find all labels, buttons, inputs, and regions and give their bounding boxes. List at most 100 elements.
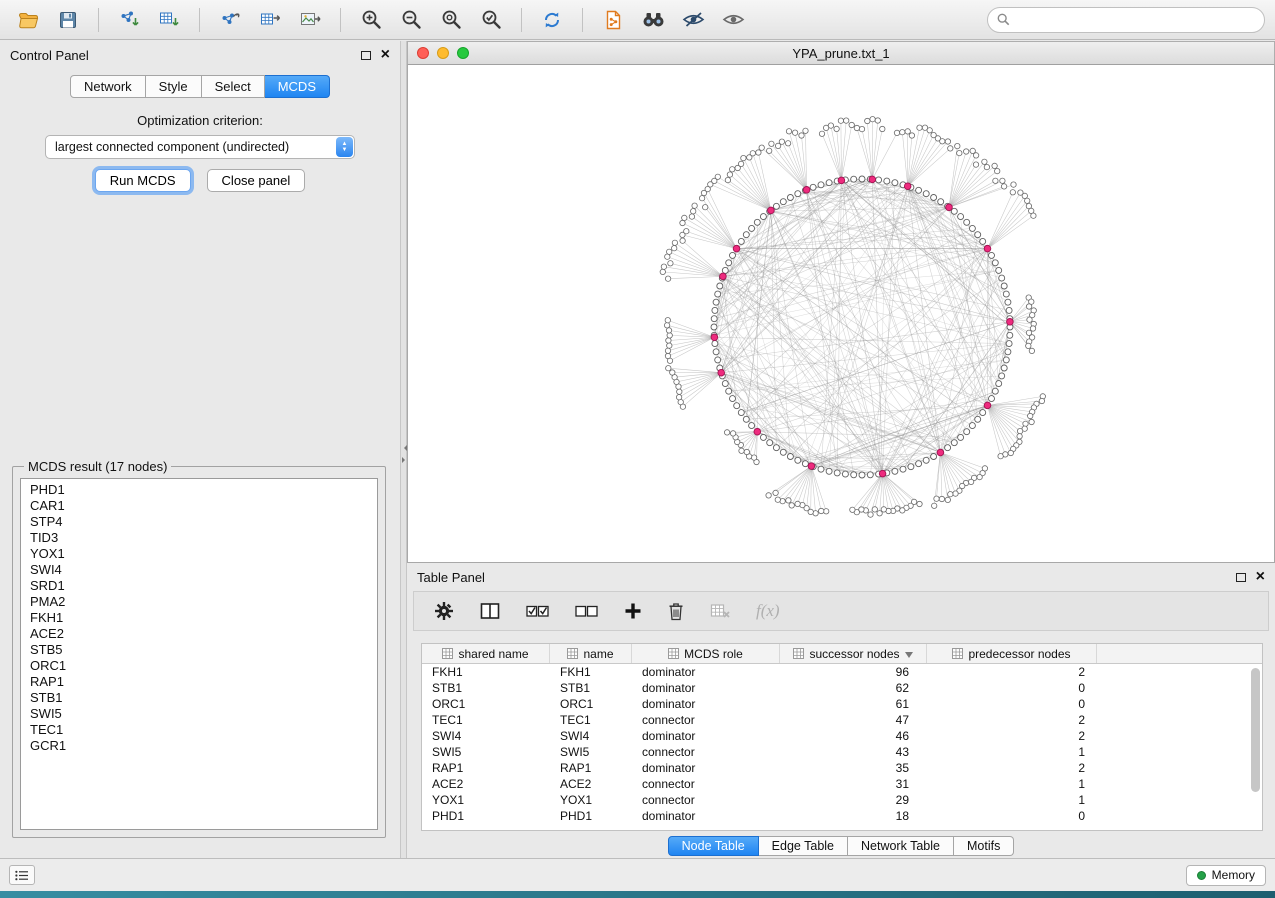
tab-network-table[interactable]: Network Table xyxy=(848,836,954,856)
result-node[interactable]: SRD1 xyxy=(30,578,368,594)
table-settings-button[interactable] xyxy=(434,601,454,621)
tab-node-table[interactable]: Node Table xyxy=(668,836,759,856)
mcds-result-list[interactable]: PHD1CAR1STP4TID3YOX1SWI4SRD1PMA2FKH1ACE2… xyxy=(20,478,378,830)
close-table-panel-icon[interactable]: × xyxy=(1256,569,1265,585)
cell-MCDS-role: connector xyxy=(632,793,780,807)
panel-menu-button[interactable] xyxy=(9,865,35,885)
table-row[interactable]: YOX1YOX1connector291 xyxy=(422,792,1262,808)
first-neighbors-button[interactable] xyxy=(635,5,671,35)
table-row[interactable]: ORC1ORC1dominator610 xyxy=(422,696,1262,712)
list-icon xyxy=(15,870,29,881)
table-scrollbar-thumb[interactable] xyxy=(1251,668,1260,792)
add-column-button[interactable] xyxy=(624,602,642,620)
toolbar-separator xyxy=(98,8,99,32)
export-image-button[interactable] xyxy=(292,5,328,35)
cell-MCDS-role: dominator xyxy=(632,761,780,775)
result-node[interactable]: RAP1 xyxy=(30,674,368,690)
apply-layout-button[interactable] xyxy=(534,5,570,35)
cell-name: YOX1 xyxy=(550,793,632,807)
result-node[interactable]: STP4 xyxy=(30,514,368,530)
column-header-MCDS-role[interactable]: MCDS role xyxy=(632,644,780,663)
column-header-filler xyxy=(1097,644,1262,663)
sort-chevron-icon xyxy=(905,647,913,661)
table-row[interactable]: SWI5SWI5connector431 xyxy=(422,744,1262,760)
optimization-label: Optimization criterion: xyxy=(0,113,400,128)
column-header-shared-name[interactable]: shared name xyxy=(422,644,550,663)
import-network-button[interactable] xyxy=(111,5,147,35)
table-row[interactable]: ACE2ACE2connector311 xyxy=(422,776,1262,792)
table-row[interactable]: STB1STB1dominator620 xyxy=(422,680,1262,696)
toolbar-separator xyxy=(199,8,200,32)
result-node[interactable]: YOX1 xyxy=(30,546,368,562)
table-row[interactable]: PHD1PHD1dominator180 xyxy=(422,808,1262,824)
cell-successor-nodes: 61 xyxy=(780,697,927,711)
tab-motifs[interactable]: Motifs xyxy=(954,836,1014,856)
delete-column-button[interactable] xyxy=(668,602,684,621)
save-button[interactable] xyxy=(50,5,86,35)
cell-name: PHD1 xyxy=(550,809,632,823)
share-document-button[interactable] xyxy=(595,5,631,35)
cell-shared-name: FKH1 xyxy=(422,665,550,679)
column-label: MCDS role xyxy=(684,647,743,661)
result-node[interactable]: STB1 xyxy=(30,690,368,706)
result-node[interactable]: TEC1 xyxy=(30,722,368,738)
export-table-button[interactable] xyxy=(252,5,288,35)
table-row[interactable]: FKH1FKH1dominator962 xyxy=(422,664,1262,680)
column-header-successor-nodes[interactable]: successor nodes xyxy=(780,644,927,663)
float-table-panel-icon[interactable] xyxy=(1236,573,1246,582)
select-all-button[interactable] xyxy=(526,603,549,619)
search-box[interactable] xyxy=(987,7,1265,33)
control-panel-title: Control Panel xyxy=(10,48,89,63)
memory-label: Memory xyxy=(1212,868,1255,882)
float-panel-icon[interactable] xyxy=(361,51,371,60)
result-node[interactable]: PHD1 xyxy=(30,482,368,498)
result-node[interactable]: PMA2 xyxy=(30,594,368,610)
zoom-selected-button[interactable] xyxy=(473,5,509,35)
dropdown-stepper-icon: ▲▼ xyxy=(336,137,353,157)
tab-edge-table[interactable]: Edge Table xyxy=(759,836,848,856)
import-table-button[interactable] xyxy=(151,5,187,35)
function-builder-button: f(x) xyxy=(756,601,780,621)
zoom-in-button[interactable] xyxy=(353,5,389,35)
cell-name: SWI5 xyxy=(550,745,632,759)
result-node[interactable]: STB5 xyxy=(30,642,368,658)
table-row[interactable]: SWI4SWI4dominator462 xyxy=(422,728,1262,744)
tab-select[interactable]: Select xyxy=(202,75,265,98)
table-row[interactable]: RAP1RAP1dominator352 xyxy=(422,760,1262,776)
result-node[interactable]: ORC1 xyxy=(30,658,368,674)
network-canvas[interactable] xyxy=(407,65,1275,563)
show-all-button[interactable] xyxy=(715,5,751,35)
result-node[interactable]: FKH1 xyxy=(30,610,368,626)
table-row[interactable]: TEC1TEC1connector472 xyxy=(422,712,1262,728)
close-panel-icon[interactable]: × xyxy=(381,47,390,63)
cell-name: ACE2 xyxy=(550,777,632,791)
column-header-name[interactable]: name xyxy=(550,644,632,663)
result-node[interactable]: CAR1 xyxy=(30,498,368,514)
zoom-fit-button[interactable] xyxy=(433,5,469,35)
toolbar-buttons xyxy=(10,5,751,35)
network-graph[interactable] xyxy=(408,65,1274,561)
result-node[interactable]: TID3 xyxy=(30,530,368,546)
open-file-button[interactable] xyxy=(10,5,46,35)
run-mcds-button[interactable]: Run MCDS xyxy=(95,169,191,192)
mcds-result-group: MCDS result (17 nodes) PHD1CAR1STP4TID3Y… xyxy=(12,459,386,838)
result-node[interactable]: GCR1 xyxy=(30,738,368,754)
hide-selected-button[interactable] xyxy=(675,5,711,35)
panel-splitter[interactable] xyxy=(400,41,407,858)
search-input[interactable] xyxy=(1016,13,1255,27)
tab-style[interactable]: Style xyxy=(146,75,202,98)
tab-network[interactable]: Network xyxy=(70,75,146,98)
memory-button[interactable]: Memory xyxy=(1186,865,1266,886)
deselect-all-button[interactable] xyxy=(575,603,598,619)
column-header-predecessor-nodes[interactable]: predecessor nodes xyxy=(927,644,1097,663)
cell-name: SWI4 xyxy=(550,729,632,743)
close-panel-button[interactable]: Close panel xyxy=(207,169,306,192)
result-node[interactable]: ACE2 xyxy=(30,626,368,642)
export-network-button[interactable] xyxy=(212,5,248,35)
zoom-out-button[interactable] xyxy=(393,5,429,35)
result-node[interactable]: SWI5 xyxy=(30,706,368,722)
show-columns-button[interactable] xyxy=(480,602,500,620)
optimization-select[interactable]: largest connected component (undirected)… xyxy=(45,135,355,159)
result-node[interactable]: SWI4 xyxy=(30,562,368,578)
tab-mcds[interactable]: MCDS xyxy=(265,75,330,98)
